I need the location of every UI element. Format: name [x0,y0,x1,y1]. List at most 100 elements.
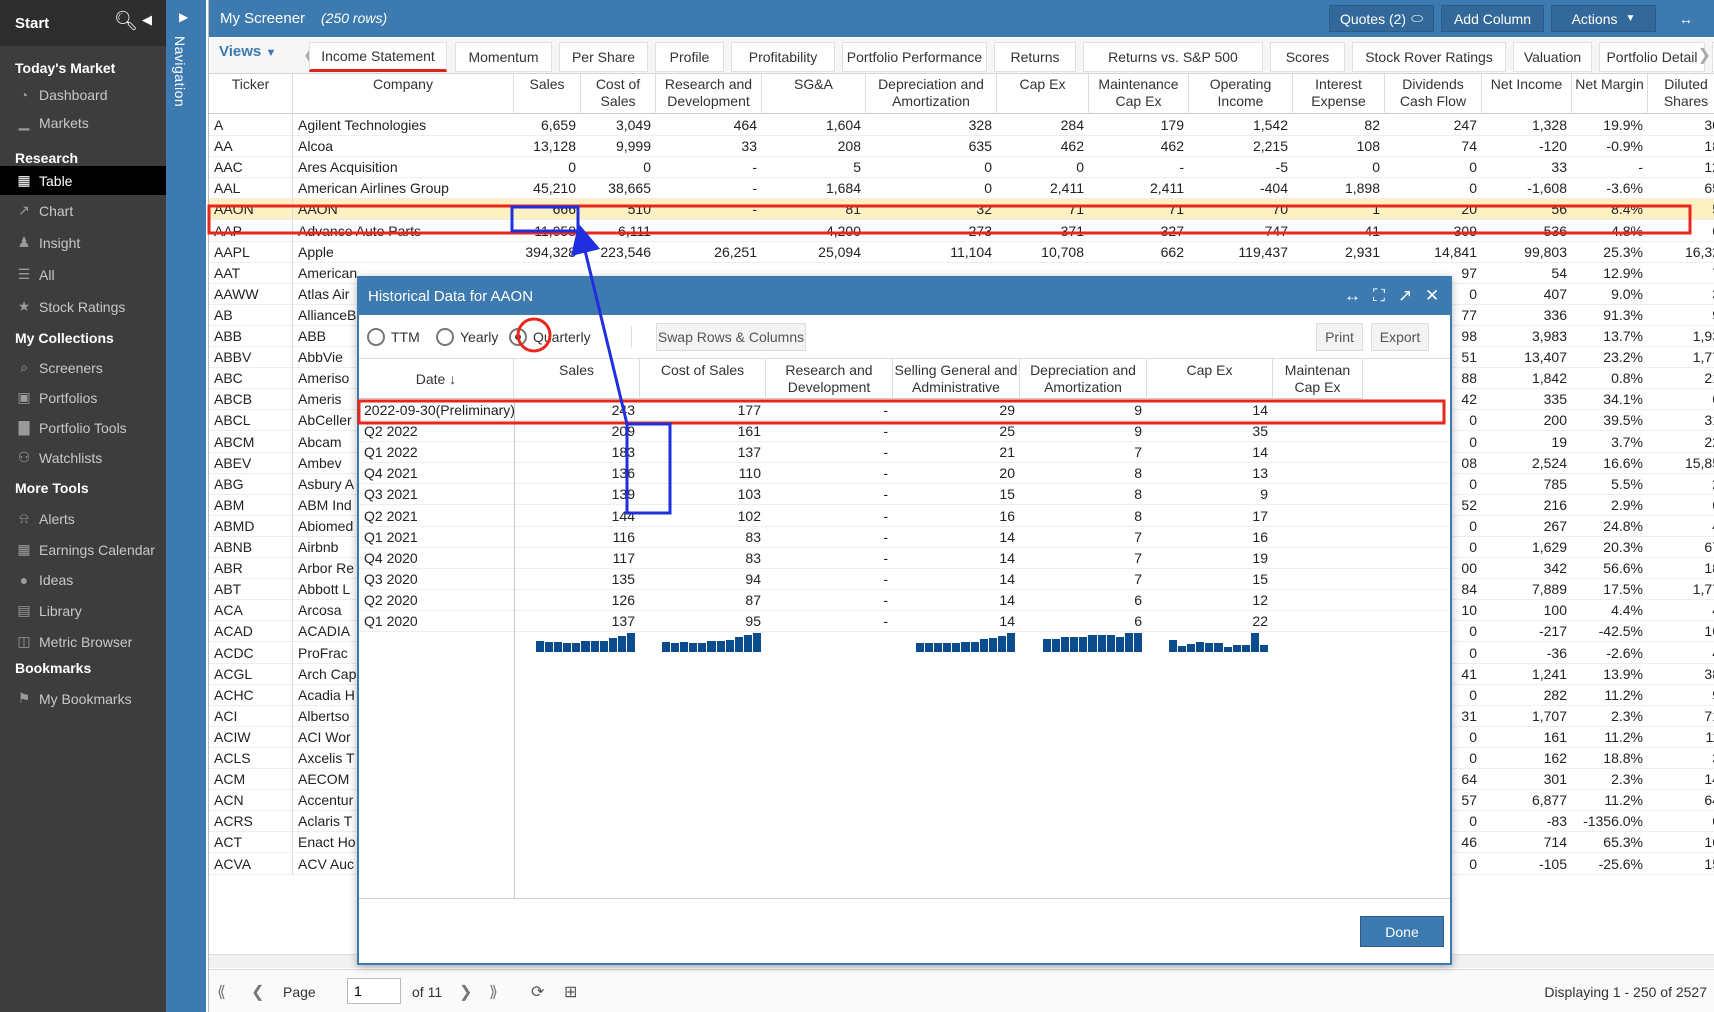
hist-value-cell[interactable]: 13 [1147,463,1273,484]
hist-value-cell[interactable]: - [766,506,893,527]
hist-date-cell[interactable]: Q2 2022 [359,421,514,442]
value-cell[interactable]: 747 [1189,221,1293,242]
value-cell[interactable]: 11.2% [1572,727,1648,748]
hist-value-cell[interactable]: 25 [893,421,1020,442]
sidebar-item-all[interactable]: ☰ All [0,260,166,289]
views-dropdown[interactable]: Views ▼ [219,43,276,60]
ticker-cell[interactable]: ABT [209,579,293,601]
value-cell[interactable]: 32 [866,199,997,220]
value-cell[interactable]: 13.7% [1572,326,1648,347]
hist-value-cell[interactable]: - [766,548,893,569]
value-cell[interactable]: - [656,178,762,199]
tab-stock-rover-ratings[interactable]: Stock Rover Ratings [1352,42,1506,72]
tab-portfolio-detail[interactable]: Portfolio Detail [1599,42,1705,72]
value-cell[interactable]: 9 [1648,685,1714,706]
ticker-cell[interactable]: ABC [209,368,293,390]
value-cell[interactable]: 81 [762,199,866,220]
hist-value-cell[interactable]: 14 [893,611,1020,632]
value-cell[interactable]: 1,604 [762,115,866,136]
ticker-cell[interactable]: ABBV [209,347,293,369]
hist-value-cell[interactable]: 161 [640,421,766,442]
value-cell[interactable]: 1,328 [1482,115,1572,136]
column-header-cap-ex[interactable]: Cap Ex [997,74,1089,114]
hist-value-cell[interactable]: - [766,442,893,463]
page-number-input[interactable] [347,978,401,1004]
value-cell[interactable]: 407 [1482,284,1572,305]
value-cell[interactable]: 38 [1648,664,1714,685]
ticker-cell[interactable]: ACM [209,769,293,791]
tab-returns[interactable]: Returns [994,42,1076,72]
value-cell[interactable]: 26,251 [656,242,762,263]
value-cell[interactable]: 0 [1385,178,1482,199]
value-cell[interactable]: 1,629 [1482,537,1572,558]
radio-yearly[interactable]: Yearly [436,328,498,346]
radio-circle[interactable] [509,328,527,346]
value-cell[interactable]: 0.8% [1572,368,1648,389]
sidebar-item-chart[interactable]: ↗ Chart [0,196,166,225]
ticker-cell[interactable]: ACN [209,790,293,812]
hist-value-cell[interactable]: 243 [514,400,640,421]
hist-column-header[interactable]: Cost of Sales [640,359,766,399]
hist-value-cell[interactable]: 8 [1020,506,1147,527]
hist-value-cell[interactable]: 29 [893,400,1020,421]
value-cell[interactable]: 2.3% [1572,769,1648,790]
export-button[interactable]: Export [1371,323,1429,351]
sidebar-item-earnings-calendar[interactable]: ▦ Earnings Calendar [0,535,166,564]
value-cell[interactable]: 9,999 [581,136,656,157]
hist-table-row[interactable]: Q4 2021 136 110-20 8 13 [359,463,1450,485]
hist-value-cell[interactable]: 15 [1147,569,1273,590]
hist-value-cell[interactable]: - [766,590,893,611]
value-cell[interactable]: 11,058 [514,221,581,242]
hist-table-row[interactable]: Q1 2021 116 83-14 7 16 [359,527,1450,548]
ticker-cell[interactable]: ACGL [209,663,293,685]
column-header-sg-a[interactable]: SG&A [762,74,866,114]
hist-table-row[interactable]: Q3 2020 135 94-14 7 15 [359,569,1450,590]
hist-table-row[interactable]: Q2 2022 209 161-25 9 35 [359,421,1450,443]
column-header-research-and-development[interactable]: Research and Development [656,74,762,114]
ticker-cell[interactable]: AAON [209,199,293,221]
close-icon[interactable]: ✕ [1425,286,1439,306]
value-cell[interactable]: 74 [1385,136,1482,157]
search-icon[interactable]: 🔍︎ [114,9,138,33]
value-cell[interactable]: -36 [1482,643,1572,664]
tab-scores[interactable]: Scores [1270,42,1345,72]
value-cell[interactable]: 4.4% [1572,600,1648,621]
value-cell[interactable]: 33 [1482,157,1572,178]
hist-table-row[interactable]: 2022-09-30(Preliminary) 243 177-29 9 14 [359,400,1450,421]
value-cell[interactable]: 18 [1648,558,1714,579]
hist-value-cell[interactable]: 14 [1147,442,1273,463]
value-cell[interactable]: 11.2% [1572,685,1648,706]
sidebar-item-portfolio-tools[interactable]: ▇ Portfolio Tools [0,413,166,442]
hist-value-cell[interactable]: 16 [1147,527,1273,548]
value-cell[interactable]: 16 [1648,621,1714,642]
company-cell[interactable]: Agilent Technologies [293,115,514,136]
value-cell[interactable]: 64 [1648,790,1714,811]
company-cell[interactable]: AAON [293,199,514,220]
value-cell[interactable]: -217 [1482,621,1572,642]
hist-date-cell[interactable]: Q1 2022 [359,442,514,463]
tab-scroll-right-icon[interactable]: ❯ [1698,45,1711,65]
value-cell[interactable]: 9 [1648,305,1714,326]
value-cell[interactable]: 15,85 [1648,453,1714,474]
table-row[interactable]: AACAres Acquisition00-500--50033-12 [209,157,1714,179]
hist-value-cell[interactable]: 137 [514,611,640,632]
hist-value-cell[interactable]: 103 [640,484,766,505]
value-cell[interactable]: 22 [1648,432,1714,453]
value-cell[interactable]: 8.4% [1572,199,1648,220]
value-cell[interactable]: 5 [1648,199,1714,220]
hist-date-cell[interactable]: Q4 2021 [359,463,514,484]
hist-value-cell[interactable]: - [766,421,893,442]
value-cell[interactable]: 65 [1648,178,1714,199]
value-cell[interactable]: 14 [1648,769,1714,790]
value-cell[interactable]: 82 [1293,115,1385,136]
hist-date-cell[interactable]: Q1 2020 [359,611,514,632]
value-cell[interactable]: - [1572,157,1648,178]
navigation-strip[interactable]: ▶ Navigation [166,0,206,1012]
value-cell[interactable]: 7 [1648,263,1714,284]
value-cell[interactable]: 1,77 [1648,579,1714,600]
value-cell[interactable]: 267 [1482,516,1572,537]
tab-profitability[interactable]: Profitability [731,42,835,72]
value-cell[interactable]: 1,93 [1648,326,1714,347]
sidebar-item-insight[interactable]: ♟ Insight [0,228,166,257]
value-cell[interactable]: 16,32 [1648,242,1714,263]
